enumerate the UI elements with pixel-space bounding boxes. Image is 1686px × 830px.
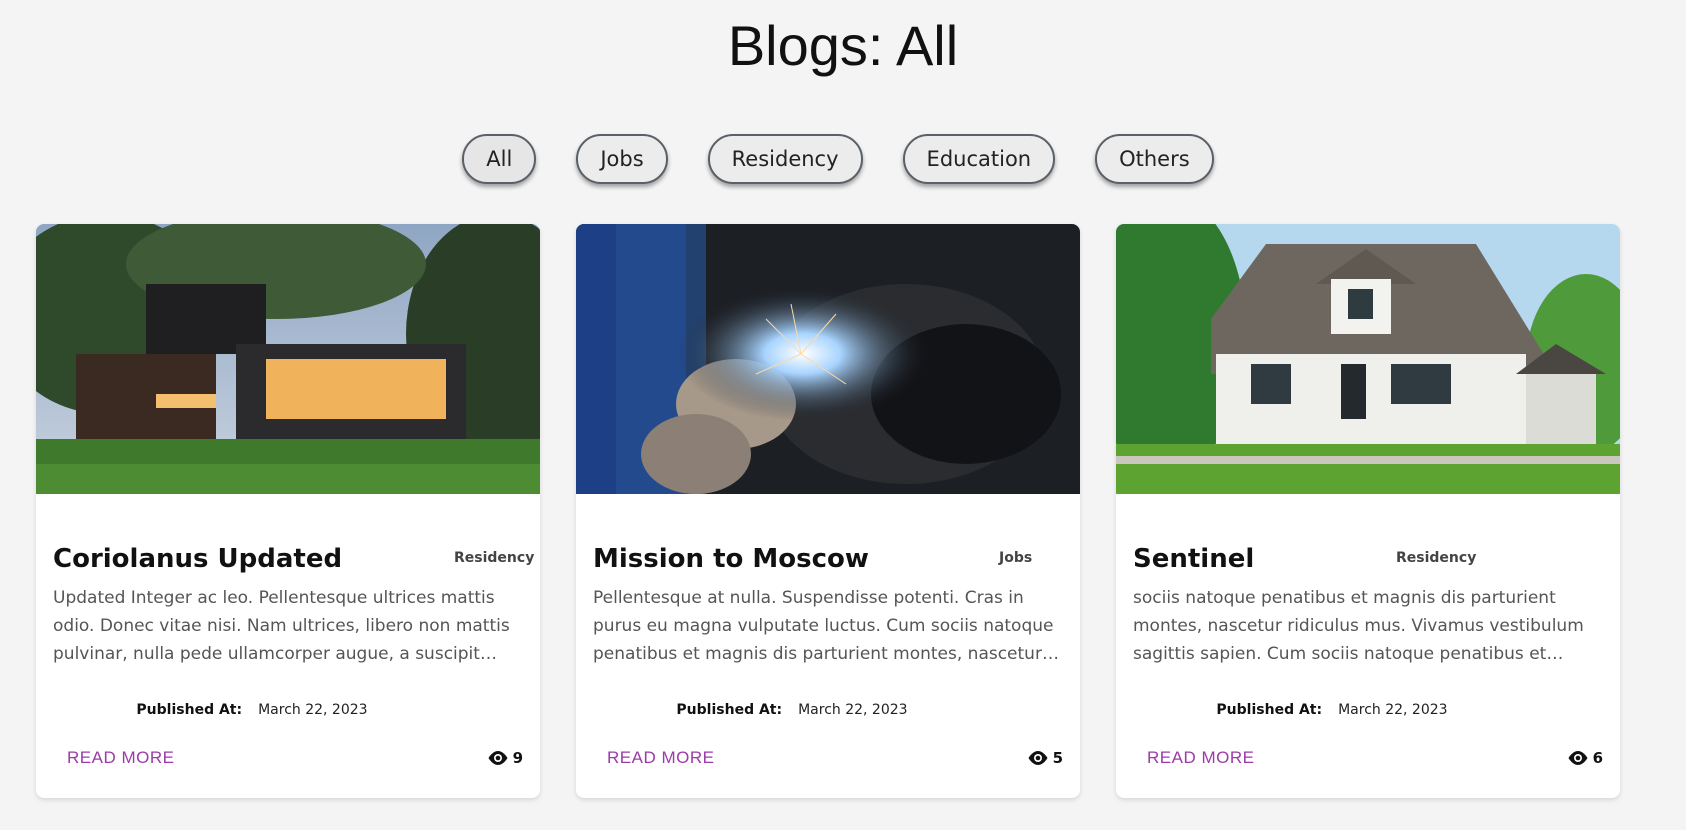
blog-card-title: Coriolanus Updated [53,544,343,574]
page-title: Blogs: All [727,14,959,77]
blog-card-published: Published At: March 22, 2023 [576,702,1044,718]
view-count: 6 [1567,749,1603,767]
filter-all-button[interactable]: All [462,134,537,184]
published-label: Published At: [676,702,783,718]
blog-card: Coriolanus Updated Residency Updated Int… [36,224,540,798]
view-count-value: 5 [1052,749,1063,767]
blog-card-excerpt: Pellentesque at nulla. Suspendisse poten… [593,588,1054,664]
eye-icon [1568,751,1588,765]
blog-card: Mission to Moscow Jobs Pellentesque at n… [576,224,1080,798]
published-label: Published At: [1216,702,1323,718]
filter-education-button[interactable]: Education [902,134,1056,184]
blog-card-category: Jobs [999,550,1033,566]
view-count: 5 [1027,749,1063,767]
category-filters: All Jobs Residency Education Others [0,134,1686,184]
blog-card-image[interactable] [576,224,1080,494]
view-count-value: 9 [512,749,523,767]
read-more-link[interactable]: READ MORE [607,748,714,768]
published-label: Published At: [136,702,243,718]
filter-residency-button[interactable]: Residency [707,134,863,184]
blog-card-excerpt: Updated Integer ac leo. Pellentesque ult… [53,588,510,664]
blog-card-list: Coriolanus Updated Residency Updated Int… [36,224,1620,798]
eye-icon [1028,751,1048,765]
view-count-value: 6 [1592,749,1603,767]
blog-card-category: Residency [1396,550,1477,566]
published-date: March 22, 2023 [258,702,368,718]
eye-icon [488,751,508,765]
blog-card: Sentinel Residency sociis natoque penati… [1116,224,1620,798]
filter-jobs-button[interactable]: Jobs [576,134,668,184]
blog-card-published: Published At: March 22, 2023 [1116,702,1584,718]
published-date: March 22, 2023 [798,702,908,718]
read-more-link[interactable]: READ MORE [1147,748,1254,768]
blog-card-image[interactable] [36,224,540,494]
blog-card-category: Residency [454,550,535,566]
blog-card-title: Mission to Moscow [593,544,869,574]
blog-card-title: Sentinel [1133,544,1255,574]
view-count: 9 [487,749,523,767]
filter-others-button[interactable]: Others [1095,134,1214,184]
read-more-link[interactable]: READ MORE [67,748,174,768]
blog-card-image[interactable] [1116,224,1620,494]
blog-card-published: Published At: March 22, 2023 [36,702,504,718]
published-date: March 22, 2023 [1338,702,1448,718]
blog-card-excerpt: sociis natoque penatibus et magnis dis p… [1133,588,1584,664]
